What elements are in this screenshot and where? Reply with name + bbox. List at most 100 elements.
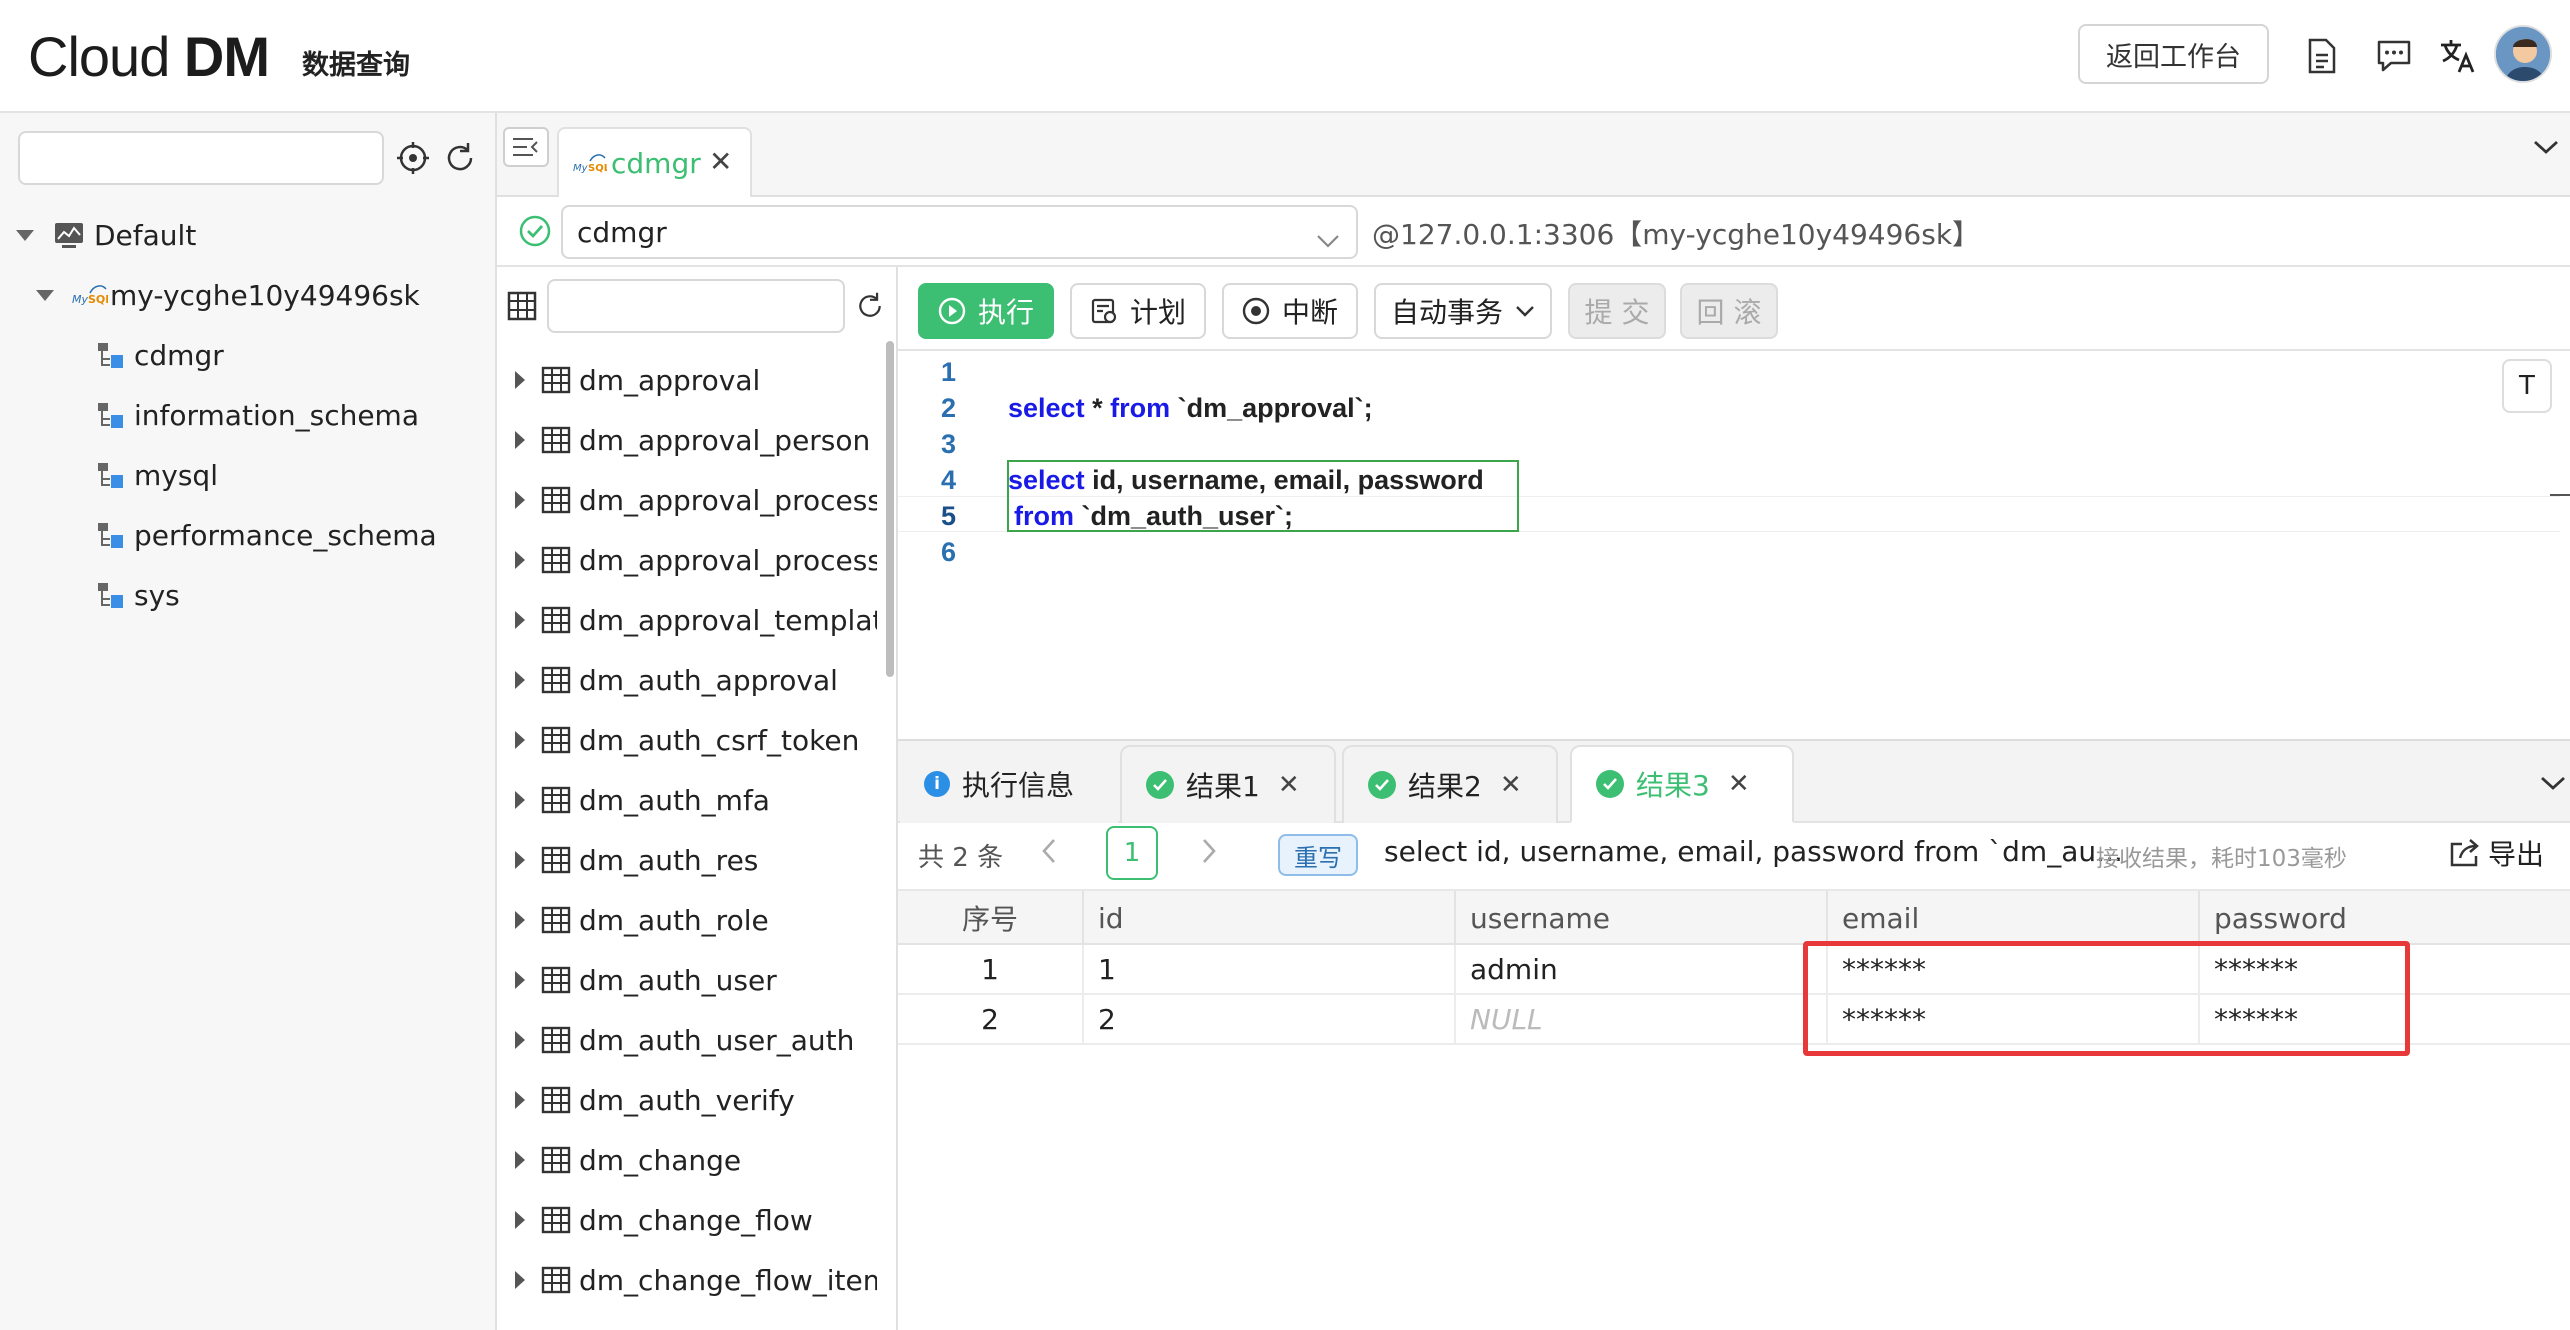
table-icon: [541, 606, 571, 634]
table-list-item[interactable]: dm_auth_csrf_token: [497, 711, 877, 769]
caret-right-icon[interactable]: [515, 1091, 525, 1109]
commit-button[interactable]: 提 交: [1568, 283, 1666, 339]
database-icon: [96, 400, 126, 430]
table-icon: [541, 966, 571, 994]
table-grid-icon[interactable]: [507, 291, 537, 325]
user-avatar[interactable]: [2494, 25, 2552, 83]
tab-label: 结果3: [1636, 769, 1710, 802]
table-list-item[interactable]: dm_auth_approval: [497, 651, 877, 709]
translate-icon[interactable]: [2436, 34, 2480, 78]
export-button[interactable]: 导出: [2448, 833, 2544, 873]
column-header[interactable]: 序号: [898, 891, 1084, 945]
grid-header: 序号 id username email password: [898, 889, 2570, 945]
close-icon[interactable]: ✕: [1728, 769, 1750, 799]
chevron-down-icon[interactable]: [2533, 139, 2559, 159]
caret-right-icon[interactable]: [515, 611, 525, 629]
caret-right-icon[interactable]: [515, 551, 525, 569]
table-list-item[interactable]: dm_auth_user: [497, 951, 877, 1009]
table-search-input[interactable]: [547, 279, 845, 333]
caret-right-icon[interactable]: [515, 851, 525, 869]
format-toggle-button[interactable]: T: [2502, 359, 2552, 413]
tree-search-input[interactable]: [18, 131, 384, 185]
caret-right-icon[interactable]: [515, 791, 525, 809]
caret-right-icon[interactable]: [515, 1031, 525, 1049]
tree-node-database[interactable]: information_schema: [96, 387, 419, 443]
caret-down-icon[interactable]: [16, 229, 34, 241]
next-page-icon[interactable]: [1200, 837, 1218, 869]
prev-page-icon[interactable]: [1040, 837, 1058, 869]
caret-right-icon[interactable]: [515, 431, 525, 449]
line-number: 3: [940, 429, 956, 459]
tree-node-database[interactable]: cdmgr: [96, 327, 224, 383]
close-icon[interactable]: ✕: [1278, 770, 1300, 800]
tree-node-instance[interactable]: MySQL my-ycghe10y49496sk: [36, 267, 420, 323]
table-list-item[interactable]: dm_auth_user_auth: [497, 1011, 877, 1069]
tab-label: 结果1: [1186, 770, 1260, 803]
table-list-item[interactable]: dm_approval_person: [497, 411, 877, 469]
caret-right-icon[interactable]: [515, 971, 525, 989]
rewrite-tag[interactable]: 重写: [1278, 834, 1358, 876]
sql-editor[interactable]: 1 2 3 4 5 6 select * from `dm_approval`;…: [898, 351, 2570, 741]
table-list-item[interactable]: dm_auth_role: [497, 891, 877, 949]
caret-right-icon[interactable]: [515, 911, 525, 929]
caret-right-icon[interactable]: [515, 371, 525, 389]
table-list-item[interactable]: dm_approval_process: [497, 471, 877, 529]
close-icon[interactable]: ✕: [709, 145, 732, 178]
database-select[interactable]: cdmgr: [561, 205, 1358, 259]
statement-selection-box: [1007, 460, 1519, 532]
table-icon: [541, 486, 571, 514]
username-cell[interactable]: NULL: [1456, 995, 1828, 1043]
document-icon[interactable]: [2300, 34, 2344, 78]
stop-button[interactable]: 中断: [1222, 283, 1358, 339]
column-header[interactable]: id: [1084, 891, 1456, 945]
caret-right-icon[interactable]: [515, 1211, 525, 1229]
chat-icon[interactable]: [2372, 34, 2416, 78]
close-icon[interactable]: ✕: [1500, 770, 1522, 800]
id-cell[interactable]: 2: [1084, 995, 1456, 1043]
username-cell[interactable]: admin: [1456, 945, 1828, 993]
table-list-item[interactable]: dm_change_flow: [497, 1191, 877, 1249]
table-list-item[interactable]: dm_change_flow_item: [497, 1251, 877, 1309]
caret-right-icon[interactable]: [515, 1271, 525, 1289]
id-cell[interactable]: 1: [1084, 945, 1456, 993]
tab-execution-info[interactable]: i 执行信息: [900, 745, 1118, 823]
plan-label: 计划: [1129, 296, 1186, 329]
caret-right-icon[interactable]: [515, 731, 525, 749]
table-list-item[interactable]: dm_approval_template: [497, 591, 877, 649]
column-header[interactable]: password: [2200, 891, 2570, 945]
caret-down-icon[interactable]: [36, 289, 54, 301]
caret-right-icon[interactable]: [515, 491, 525, 509]
table-icon: [541, 1266, 571, 1294]
table-list-item[interactable]: dm_auth_verify: [497, 1071, 877, 1129]
table-list-scrollbar[interactable]: [886, 341, 894, 677]
run-button[interactable]: 执行: [918, 283, 1054, 339]
rollback-button[interactable]: 回 滚: [1680, 283, 1778, 339]
refresh-icon[interactable]: [855, 291, 885, 325]
tab-result-3[interactable]: 结果3 ✕: [1570, 745, 1794, 823]
tab-cdmgr[interactable]: My SQL cdmgr ✕: [557, 127, 752, 199]
plan-button[interactable]: 计划: [1070, 283, 1206, 339]
table-list-item[interactable]: dm_change: [497, 1131, 877, 1189]
caret-right-icon[interactable]: [515, 671, 525, 689]
chevron-down-icon[interactable]: [2540, 775, 2566, 795]
collapse-sidebar-icon[interactable]: [503, 127, 549, 167]
tab-label: cdmgr: [611, 147, 701, 180]
column-header[interactable]: email: [1828, 891, 2200, 945]
table-list-item[interactable]: dm_auth_res: [497, 831, 877, 889]
tree-node-database[interactable]: performance_schema: [96, 507, 437, 563]
table-list-item[interactable]: dm_approval_process_: [497, 531, 877, 589]
caret-right-icon[interactable]: [515, 1151, 525, 1169]
locate-icon[interactable]: [396, 141, 430, 179]
tree-node-root[interactable]: Default: [16, 207, 196, 263]
tab-result-1[interactable]: 结果1 ✕: [1120, 745, 1336, 823]
tab-result-2[interactable]: 结果2 ✕: [1342, 745, 1558, 823]
auto-commit-dropdown[interactable]: 自动事务: [1374, 283, 1552, 339]
tree-node-database[interactable]: sys: [96, 567, 180, 623]
page-number[interactable]: 1: [1106, 826, 1158, 880]
back-to-workbench-button[interactable]: 返回工作台: [2078, 24, 2269, 84]
column-header[interactable]: username: [1456, 891, 1828, 945]
refresh-icon[interactable]: [443, 141, 477, 179]
table-list-item[interactable]: dm_auth_mfa: [497, 771, 877, 829]
tree-node-database[interactable]: mysql: [96, 447, 218, 503]
table-list-item[interactable]: dm_approval: [497, 351, 877, 409]
